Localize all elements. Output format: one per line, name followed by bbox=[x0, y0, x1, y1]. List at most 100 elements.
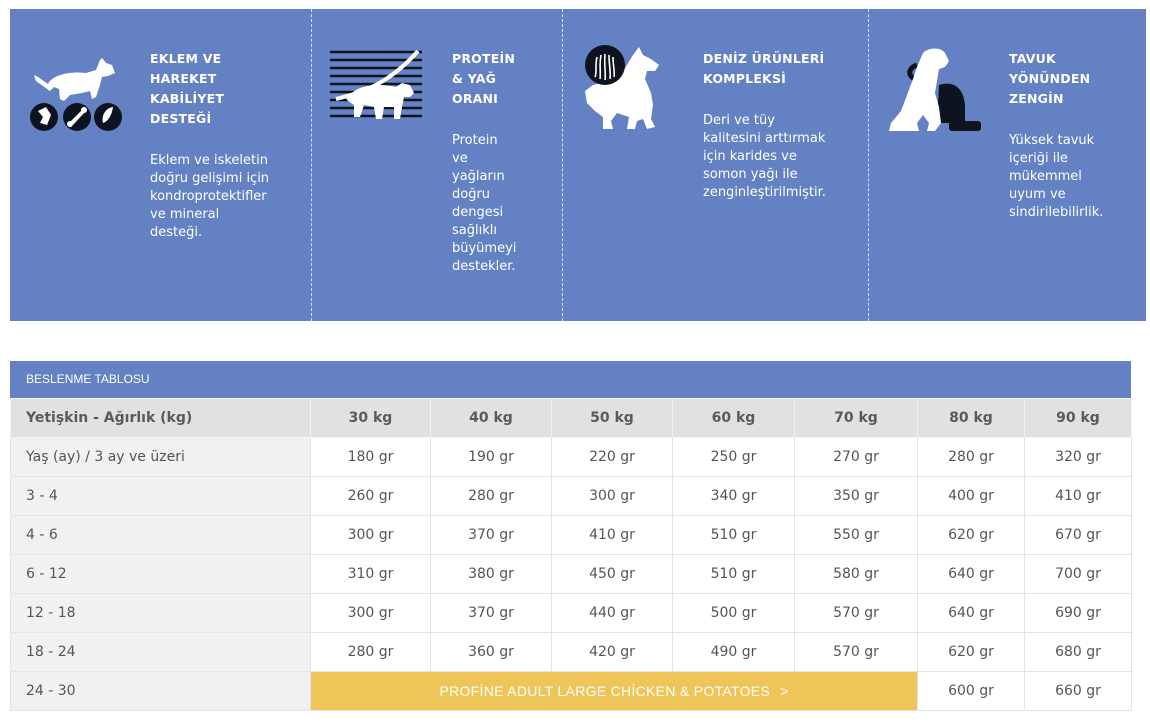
feature-desc-line: destekler. bbox=[452, 259, 516, 274]
feature-title-line: KABİLİYET bbox=[150, 91, 225, 106]
table-cell: 510 gr bbox=[672, 515, 795, 555]
feature-desc-line: içeriği ile bbox=[1009, 151, 1068, 166]
table-cell: 450 gr bbox=[551, 554, 673, 594]
feature-description: Yüksek tavuk içeriği ile mükemmel uyum v… bbox=[1009, 132, 1139, 222]
dog-protein-fat-chart-icon bbox=[330, 49, 422, 119]
table-cell: 490 gr bbox=[672, 632, 795, 672]
table-cell: 270 gr bbox=[794, 437, 918, 477]
table-cell: 320 gr bbox=[1024, 437, 1132, 477]
feature-title-line: YÖNÜNDEN bbox=[1009, 71, 1091, 86]
feature-title-line: ZENGİN bbox=[1009, 91, 1064, 106]
table-cell: 510 gr bbox=[672, 554, 795, 594]
dog-seafood-coat-icon bbox=[585, 45, 659, 129]
column-header: 60 kg bbox=[672, 398, 795, 438]
feature-title-line: TAVUK bbox=[1009, 51, 1056, 66]
feeding-table-section: BESLENME TABLOSU Yetişkin - Ağırlık (kg)… bbox=[10, 361, 1132, 711]
table-cell: 300 gr bbox=[310, 593, 431, 633]
feature-desc-line: ve bbox=[452, 151, 468, 166]
product-link-label: PROFİNE ADULT LARGE CHİCKEN & POTATOES bbox=[439, 683, 771, 699]
feature-title-line: PROTEİN bbox=[452, 51, 515, 66]
table-cell: 620 gr bbox=[917, 515, 1025, 555]
table-cell: 220 gr bbox=[551, 437, 673, 477]
table-row: 24 - 30 PROFİNE ADULT LARGE CHİCKEN & PO… bbox=[10, 671, 1132, 711]
feature-desc-line: desteği. bbox=[150, 225, 203, 240]
feature-desc-line: için karides ve bbox=[703, 149, 797, 164]
table-cell: 310 gr bbox=[310, 554, 431, 594]
feature-title-line: ORANI bbox=[452, 91, 499, 106]
row-label: 18 - 24 bbox=[10, 632, 311, 672]
table-cell: 370 gr bbox=[430, 593, 552, 633]
feature-desc-line: Deri ve tüy bbox=[703, 113, 775, 128]
table-header-row: Yetişkin - Ağırlık (kg) 30 kg 40 kg 50 k… bbox=[10, 398, 1132, 438]
feeding-table: Yetişkin - Ağırlık (kg) 30 kg 40 kg 50 k… bbox=[10, 398, 1132, 711]
feature-title-line: & YAĞ bbox=[452, 71, 497, 86]
table-row: 18 - 24 280 gr 360 gr 420 gr 490 gr 570 … bbox=[10, 632, 1132, 672]
feeding-table-title: BESLENME TABLOSU bbox=[10, 361, 1131, 398]
table-cell: 620 gr bbox=[917, 632, 1025, 672]
product-link-button[interactable]: PROFİNE ADULT LARGE CHİCKEN & POTATOES > bbox=[310, 671, 918, 711]
table-row: 6 - 12 310 gr 380 gr 450 gr 510 gr 580 g… bbox=[10, 554, 1132, 594]
column-header: 70 kg bbox=[794, 398, 918, 438]
table-cell: 660 gr bbox=[1024, 671, 1132, 711]
table-cell: 250 gr bbox=[672, 437, 795, 477]
column-header: 50 kg bbox=[551, 398, 673, 438]
feature-description: Protein ve yağların doğru dengesi sağlık… bbox=[452, 132, 552, 276]
chevron-right-icon: > bbox=[780, 683, 789, 699]
row-label: Yaş (ay) / 3 ay ve üzeri bbox=[10, 437, 311, 477]
table-cell: 400 gr bbox=[917, 476, 1025, 516]
feature-desc-line: doğru gelişimi için bbox=[150, 171, 270, 186]
feature-desc-line: ve mineral bbox=[150, 207, 220, 222]
table-cell: 550 gr bbox=[794, 515, 918, 555]
table-cell: 680 gr bbox=[1024, 632, 1132, 672]
feature-desc-line: kalitesini arttırmak bbox=[703, 131, 826, 146]
table-cell: 350 gr bbox=[794, 476, 918, 516]
table-cell: 410 gr bbox=[551, 515, 673, 555]
column-header: 40 kg bbox=[430, 398, 552, 438]
feature-desc-line: büyümeyi bbox=[452, 241, 517, 256]
feature-protein-fat: PROTEİN & YAĞ ORANI Protein ve yağların … bbox=[312, 9, 562, 321]
feature-desc-line: kondroprotektifler bbox=[150, 189, 267, 204]
feature-title-line: HAREKET bbox=[150, 71, 217, 86]
features-band: EKLEM VE HAREKET KABİLİYET DESTEĞİ Eklem… bbox=[10, 9, 1146, 321]
column-header: 30 kg bbox=[310, 398, 431, 438]
row-label: 24 - 30 bbox=[10, 671, 311, 711]
feature-title-line: DENİZ ÜRÜNLERİ bbox=[703, 51, 825, 66]
table-cell: 380 gr bbox=[430, 554, 552, 594]
table-cell: 280 gr bbox=[430, 476, 552, 516]
table-cell: 600 gr bbox=[917, 671, 1025, 711]
dog-food-bowl-icon bbox=[889, 48, 981, 131]
feature-desc-line: Eklem ve iskeletin bbox=[150, 153, 268, 168]
feature-desc-line: zenginleştirilmiştir. bbox=[703, 185, 826, 200]
feature-title: PROTEİN & YAĞ ORANI bbox=[452, 49, 552, 109]
feature-title-line: KOMPLEKSİ bbox=[703, 71, 786, 86]
feature-desc-line: Protein bbox=[452, 133, 498, 148]
table-row: 3 - 4 260 gr 280 gr 300 gr 340 gr 350 gr… bbox=[10, 476, 1132, 516]
table-cell: 640 gr bbox=[917, 593, 1025, 633]
table-cell: 340 gr bbox=[672, 476, 795, 516]
feature-seafood-complex: DENİZ ÜRÜNLERİ KOMPLEKSİ Deri ve tüy kal… bbox=[563, 9, 868, 321]
column-header-weight: Yetişkin - Ağırlık (kg) bbox=[10, 398, 311, 438]
feature-title: TAVUK YÖNÜNDEN ZENGİN bbox=[1009, 49, 1139, 109]
table-cell: 300 gr bbox=[310, 515, 431, 555]
feature-desc-line: doğru bbox=[452, 187, 491, 202]
feature-desc-line: sindirilebilirlik. bbox=[1009, 205, 1104, 220]
feature-desc-line: somon yağı ile bbox=[703, 167, 798, 182]
feature-joint-support: EKLEM VE HAREKET KABİLİYET DESTEĞİ Eklem… bbox=[10, 9, 310, 321]
table-row: 4 - 6 300 gr 370 gr 410 gr 510 gr 550 gr… bbox=[10, 515, 1132, 555]
feature-desc-line: Yüksek tavuk bbox=[1009, 133, 1095, 148]
feature-chicken-rich: TAVUK YÖNÜNDEN ZENGİN Yüksek tavuk içeri… bbox=[869, 9, 1146, 321]
feature-desc-line: yağların bbox=[452, 169, 505, 184]
table-cell: 410 gr bbox=[1024, 476, 1132, 516]
table-cell: 180 gr bbox=[310, 437, 431, 477]
table-cell: 580 gr bbox=[794, 554, 918, 594]
column-header: 80 kg bbox=[917, 398, 1025, 438]
row-label: 6 - 12 bbox=[10, 554, 311, 594]
feature-desc-line: sağlıklı bbox=[452, 223, 497, 238]
table-cell: 640 gr bbox=[917, 554, 1025, 594]
table-cell: 300 gr bbox=[551, 476, 673, 516]
table-cell: 700 gr bbox=[1024, 554, 1132, 594]
feature-desc-line: mükemmel bbox=[1009, 169, 1082, 184]
table-cell: 500 gr bbox=[672, 593, 795, 633]
table-cell: 440 gr bbox=[551, 593, 673, 633]
feature-title: DENİZ ÜRÜNLERİ KOMPLEKSİ bbox=[703, 49, 863, 89]
